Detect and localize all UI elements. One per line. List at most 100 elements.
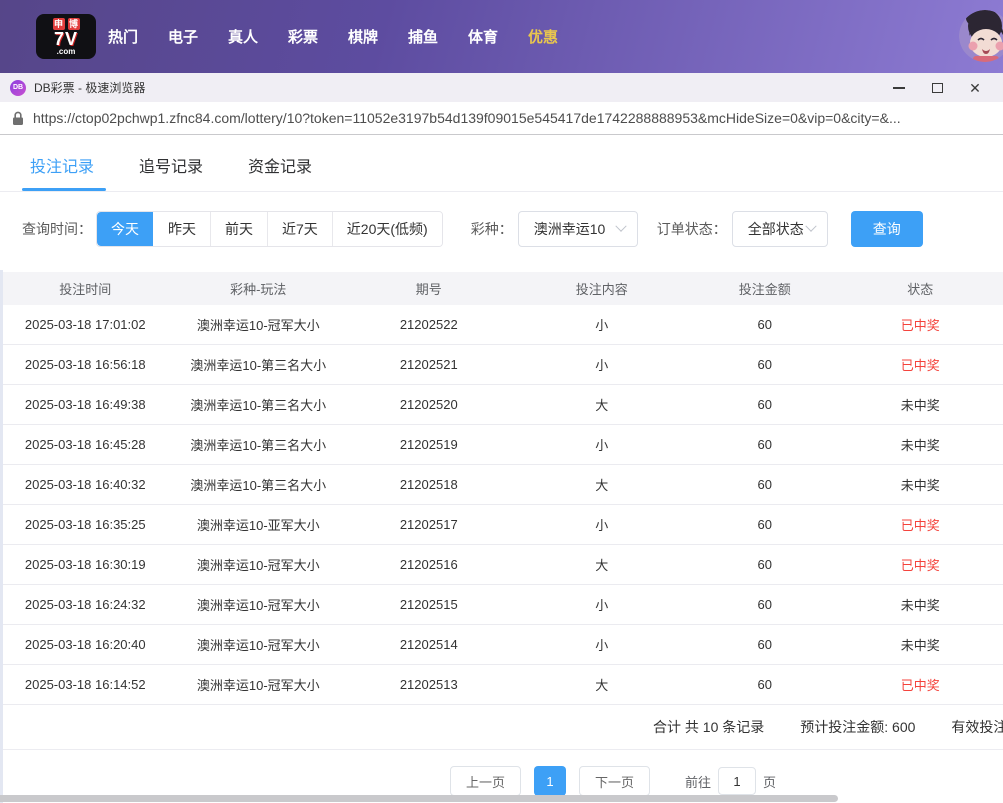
cell-status: 未中奖 — [900, 438, 940, 453]
cell-play: 澳洲幸运10-冠军大小 — [196, 678, 320, 693]
time-option[interactable]: 近7天 — [267, 212, 332, 246]
cell-content: 大 — [595, 678, 609, 693]
cell-status: 已中奖 — [900, 318, 940, 333]
table-header: 投注时间 彩种-玩法 期号 投注内容 投注金额 状态 — [0, 272, 1003, 305]
cell-time: 2025-03-18 16:56:18 — [24, 357, 146, 372]
column-header: 期号 — [415, 282, 442, 297]
cell-amount: 60 — [757, 557, 772, 572]
tab[interactable]: 追号记录 — [139, 153, 203, 191]
nav-item[interactable]: 真人 — [228, 26, 258, 47]
cell-content: 小 — [595, 318, 609, 333]
avatar[interactable] — [959, 10, 1003, 62]
tab[interactable]: 投注记录 — [21, 153, 107, 191]
time-option[interactable]: 近20天(低频) — [331, 212, 442, 246]
cell-play: 澳洲幸运10-第三名大小 — [190, 358, 327, 373]
app-icon: DB — [10, 79, 26, 96]
cell-play: 澳洲幸运10-冠军大小 — [196, 558, 320, 573]
url-text: https://ctop02pchwp1.zfnc84.com/lottery/… — [33, 110, 901, 126]
table-body: 2025-03-18 17:01:02 澳洲幸运10-冠军大小 21202522 小 6… — [0, 305, 1003, 705]
lottery-filter-label: 彩种： — [470, 221, 513, 237]
site-logo[interactable]: 申 博 7V .com — [36, 14, 96, 59]
column-header: 状态 — [907, 282, 934, 297]
lottery-select-value: 澳洲幸运10 — [533, 221, 606, 237]
cell-content: 大 — [595, 398, 609, 413]
maximize-icon — [931, 82, 943, 93]
cell-amount: 60 — [757, 397, 772, 412]
cell-time: 2025-03-18 16:35:25 — [24, 517, 146, 532]
current-page-button[interactable]: 1 — [534, 766, 567, 796]
nav-item[interactable]: 体育 — [468, 26, 498, 47]
cell-issue: 21202522 — [399, 317, 458, 332]
nav-item[interactable]: 棋牌 — [348, 26, 378, 47]
cell-status: 已中奖 — [900, 518, 940, 533]
cell-status: 未中奖 — [900, 638, 940, 653]
cell-issue: 21202519 — [399, 437, 458, 452]
table-row: 2025-03-18 16:24:32 澳洲幸运10-冠军大小 21202515 小 6… — [0, 585, 1003, 625]
time-option[interactable]: 今天 — [97, 212, 153, 246]
cell-play: 澳洲幸运10-冠军大小 — [196, 638, 320, 653]
cell-issue: 21202517 — [399, 517, 458, 532]
cell-amount: 60 — [757, 597, 772, 612]
summary-total: 合计 共 10 条记录 — [653, 719, 765, 735]
maximize-button[interactable] — [923, 76, 951, 100]
time-filter-group: 今天 昨天 前天 近7天 近20天(低频) — [96, 211, 443, 247]
query-button[interactable]: 查询 — [850, 211, 923, 247]
page-edge — [0, 270, 3, 803]
cell-play: 澳洲幸运10-冠军大小 — [196, 318, 320, 333]
column-header: 投注内容 — [575, 282, 628, 297]
status-select-value: 全部状态 — [747, 221, 804, 237]
window-title: DB彩票 - 极速浏览器 — [34, 81, 146, 95]
goto-page-input[interactable] — [718, 767, 757, 795]
logo-suffix: .com — [56, 47, 76, 56]
time-option[interactable]: 昨天 — [153, 212, 210, 246]
cell-time: 2025-03-18 16:20:40 — [24, 637, 146, 652]
cell-status: 未中奖 — [900, 598, 940, 613]
cell-content: 小 — [595, 358, 609, 373]
nav-item[interactable]: 彩票 — [288, 26, 318, 47]
table-row: 2025-03-18 16:45:28 澳洲幸运10-第三名大小 21202519 小… — [0, 425, 1003, 465]
prev-page-button[interactable]: 上一页 — [450, 766, 522, 796]
cell-time: 2025-03-18 16:40:32 — [24, 477, 146, 492]
filter-bar: 查询时间： 今天 昨天 前天 近7天 近20天(低频) 彩种： 澳洲幸运10 订单状态：… — [0, 211, 1003, 247]
table-row: 2025-03-18 17:01:02 澳洲幸运10-冠军大小 21202522 小 6… — [0, 305, 1003, 345]
nav-item[interactable]: 捕鱼 — [408, 26, 438, 47]
close-button[interactable]: ✕ — [961, 76, 989, 100]
cell-time: 2025-03-18 16:49:38 — [24, 397, 146, 412]
table-row: 2025-03-18 16:35:25 澳洲幸运10-亚军大小 21202517 小 6… — [0, 505, 1003, 545]
cell-time: 2025-03-18 16:45:28 — [24, 437, 146, 452]
column-header: 投注金额 — [738, 282, 791, 297]
window-titlebar: DB DB彩票 - 极速浏览器 ✕ — [0, 73, 1003, 102]
lottery-select[interactable]: 澳洲幸运10 — [517, 211, 638, 247]
next-page-button[interactable]: 下一页 — [579, 766, 651, 796]
address-bar[interactable]: https://ctop02pchwp1.zfnc84.com/lottery/… — [0, 102, 1003, 135]
time-option[interactable]: 前天 — [210, 212, 267, 246]
cell-play: 澳洲幸运10-第三名大小 — [190, 398, 327, 413]
nav-item[interactable]: 电子 — [168, 26, 198, 47]
tab[interactable]: 资金记录 — [248, 153, 312, 191]
status-select[interactable]: 全部状态 — [731, 211, 828, 247]
goto-page-label: 前往 — [685, 774, 712, 790]
summary-estimated: 预计投注金额: 600 — [800, 719, 916, 735]
chevron-down-icon — [615, 220, 627, 232]
nav-item[interactable]: 优惠 — [528, 26, 558, 47]
horizontal-scrollbar[interactable] — [0, 795, 838, 802]
cell-status: 未中奖 — [900, 478, 940, 493]
table-row: 2025-03-18 16:49:38 澳洲幸运10-第三名大小 21202520 大… — [0, 385, 1003, 425]
nav-item[interactable]: 热门 — [108, 26, 138, 47]
cell-issue: 21202518 — [399, 477, 458, 492]
cell-status: 已中奖 — [900, 558, 940, 573]
cell-content: 大 — [595, 558, 609, 573]
cell-amount: 60 — [757, 437, 772, 452]
minimize-icon — [893, 86, 905, 89]
cell-content: 小 — [595, 518, 609, 533]
avatar-image — [959, 10, 1003, 62]
table-row: 2025-03-18 16:30:19 澳洲幸运10-冠军大小 21202516 大 6… — [0, 545, 1003, 585]
column-header: 投注时间 — [59, 282, 112, 297]
table-row: 2025-03-18 16:14:52 澳洲幸运10-冠军大小 21202513 大 6… — [0, 665, 1003, 705]
top-nav: 申 博 7V .com 热门 电子 真人 彩票 棋牌 捕鱼 体育 优惠 — [0, 0, 1003, 73]
minimize-button[interactable] — [885, 76, 913, 100]
table-row: 2025-03-18 16:40:32 澳洲幸运10-第三名大小 21202518 大… — [0, 465, 1003, 505]
cell-issue: 21202521 — [399, 357, 458, 372]
logo-text: 7V — [53, 29, 79, 49]
cell-status: 已中奖 — [900, 678, 940, 693]
